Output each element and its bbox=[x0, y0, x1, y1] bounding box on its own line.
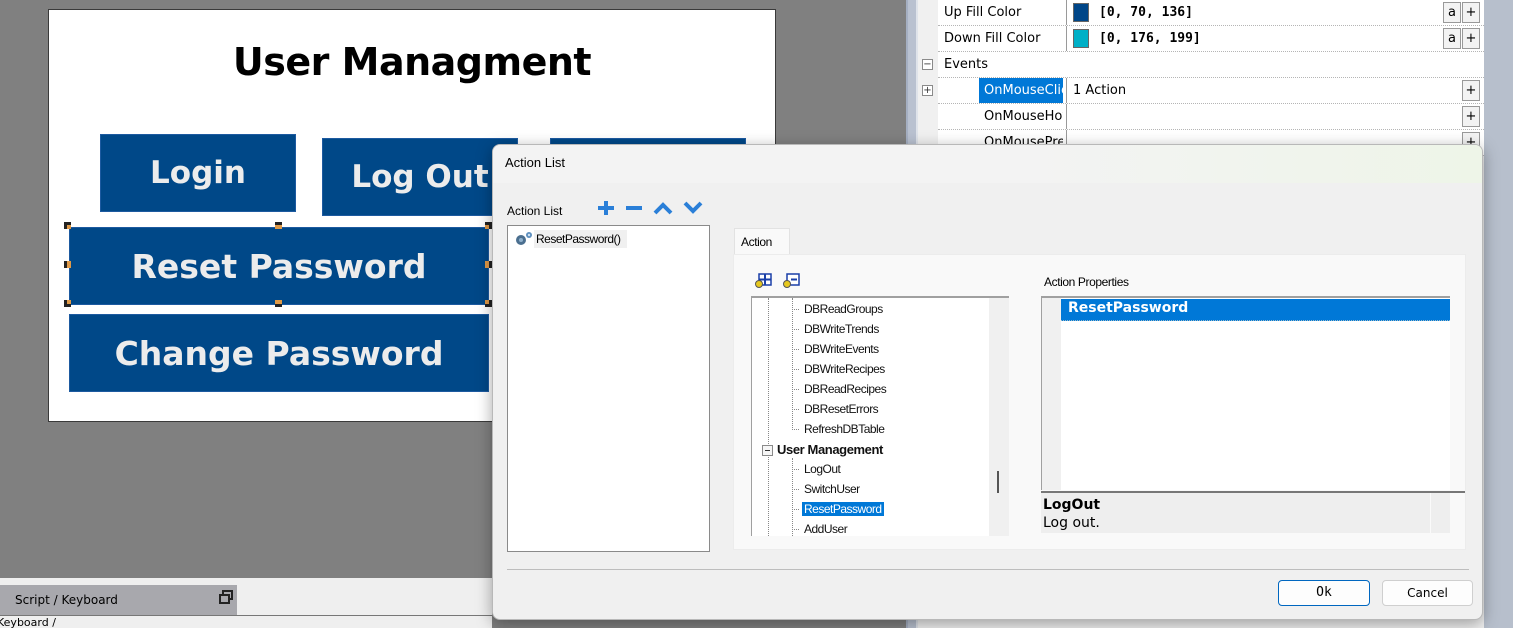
divider bbox=[0, 615, 492, 616]
tree-item[interactable]: DBWriteRecipes bbox=[792, 361, 887, 378]
remove-icon[interactable] bbox=[624, 201, 644, 215]
property-name: Down Fill Color bbox=[944, 31, 1041, 46]
description-side bbox=[1430, 493, 1450, 533]
expand-button[interactable]: + bbox=[1462, 106, 1480, 127]
tab-action[interactable]: Action bbox=[734, 228, 790, 254]
action-name: ResetPassword() bbox=[534, 230, 627, 248]
animate-button[interactable]: a bbox=[1443, 2, 1461, 23]
color-value: [0, 176, 199] bbox=[1099, 31, 1201, 46]
property-row[interactable]: Up Fill Color [0, 70, 136] a + bbox=[938, 0, 1484, 26]
action-properties-grid[interactable]: ResetPassword bbox=[1041, 296, 1450, 490]
property-grid: Up Fill Color [0, 70, 136] a + Down Fill… bbox=[922, 0, 1484, 156]
tree-item[interactable]: DBReadRecipes bbox=[792, 381, 888, 398]
property-value[interactable]: [0, 176, 199] a + bbox=[1066, 26, 1484, 51]
tree-item[interactable]: DBWriteTrends bbox=[792, 321, 881, 338]
color-swatch bbox=[1073, 29, 1089, 48]
action-list-label: Action List bbox=[507, 204, 563, 218]
category-name: Events bbox=[944, 57, 989, 72]
collapse-all-icon[interactable] bbox=[782, 273, 800, 289]
action-count: 1 Action bbox=[1073, 83, 1127, 98]
property-name: OnMouseHover bbox=[984, 109, 1063, 124]
expand-button[interactable]: + bbox=[1462, 2, 1480, 23]
action-properties-selected-row[interactable]: ResetPassword bbox=[1061, 299, 1450, 321]
scrollbar-thumb[interactable] bbox=[997, 471, 999, 493]
reset-password-button[interactable]: Reset Password bbox=[69, 227, 489, 305]
divider bbox=[507, 569, 1469, 570]
animate-button[interactable]: a bbox=[1443, 28, 1461, 49]
logout-button[interactable]: Log Out bbox=[322, 138, 518, 216]
resize-handle-top-right[interactable] bbox=[485, 222, 492, 229]
color-swatch bbox=[1073, 3, 1089, 22]
description-pane: LogOut Log out. bbox=[1041, 493, 1450, 533]
keyboard-tab[interactable]: Keyboard / bbox=[0, 616, 56, 628]
login-button[interactable]: Login bbox=[100, 134, 296, 212]
property-row[interactable]: Down Fill Color [0, 176, 199] a + bbox=[938, 26, 1484, 52]
tree-item[interactable]: DBReadGroups bbox=[792, 301, 885, 318]
tree-line bbox=[768, 298, 769, 536]
expand-all-icon[interactable] bbox=[754, 273, 772, 289]
tree-item[interactable]: LogOut bbox=[792, 461, 842, 478]
tree-item[interactable]: AddUser bbox=[792, 521, 849, 536]
app-window: User Managment Login Log Out Reset Passw… bbox=[0, 0, 1513, 628]
resize-handle-right[interactable] bbox=[485, 261, 492, 268]
resize-handle-left[interactable] bbox=[64, 261, 71, 268]
property-row[interactable]: OnMouseHover + bbox=[938, 104, 1484, 130]
ok-button[interactable]: Ok bbox=[1278, 580, 1370, 606]
collapse-icon[interactable] bbox=[762, 445, 773, 457]
property-name: OnMouseClick bbox=[979, 78, 1063, 103]
add-icon[interactable] bbox=[596, 201, 616, 215]
move-up-icon[interactable] bbox=[653, 201, 673, 215]
property-name: Up Fill Color bbox=[944, 5, 1022, 20]
dialog-titlebar[interactable]: Action List bbox=[493, 145, 1482, 183]
resize-handle-top-left[interactable] bbox=[64, 222, 71, 229]
tree-scrollbar[interactable] bbox=[989, 298, 1009, 536]
action-list-dialog: Action List Action List ResetPassword() … bbox=[492, 144, 1483, 620]
resize-handle-bottom-left[interactable] bbox=[64, 300, 71, 307]
tree-group-user-management[interactable]: User Management bbox=[762, 441, 885, 458]
cancel-button[interactable]: Cancel bbox=[1382, 580, 1473, 606]
tree-item[interactable]: SwitchUser bbox=[792, 481, 862, 498]
expand-button[interactable]: + bbox=[1462, 80, 1480, 101]
property-row[interactable]: + OnMouseClick 1 Action + bbox=[922, 78, 1484, 104]
gear-icon bbox=[516, 232, 532, 245]
resize-handle-top[interactable] bbox=[275, 222, 282, 229]
property-value[interactable]: 1 Action + bbox=[1066, 78, 1484, 103]
expand-button[interactable]: + bbox=[1462, 28, 1480, 49]
grid-gutter bbox=[1042, 298, 1061, 490]
action-tree[interactable]: DBReadGroups DBWriteTrends DBWriteEvents… bbox=[751, 296, 1009, 536]
expand-icon[interactable]: + bbox=[922, 85, 933, 96]
resize-handle-bottom[interactable] bbox=[275, 300, 282, 307]
tree-item[interactable]: RefreshDBTable bbox=[792, 421, 886, 438]
move-down-icon[interactable] bbox=[683, 201, 703, 215]
action-list[interactable]: ResetPassword() bbox=[507, 225, 710, 552]
action-properties-label: Action Properties bbox=[1044, 275, 1129, 289]
collapse-icon[interactable]: − bbox=[922, 59, 933, 70]
resize-handle-bottom-right[interactable] bbox=[485, 300, 492, 307]
property-value[interactable]: [0, 70, 136] a + bbox=[1066, 0, 1484, 25]
description-text: Log out. bbox=[1043, 515, 1100, 531]
dialog-title: Action List bbox=[505, 155, 565, 170]
description-title: LogOut bbox=[1043, 497, 1101, 513]
property-value[interactable]: + bbox=[1066, 104, 1484, 129]
change-password-button[interactable]: Change Password bbox=[69, 314, 489, 392]
panel-title: Script / Keyboard bbox=[15, 593, 118, 607]
tree-item-selected[interactable]: ResetPassword bbox=[792, 501, 884, 518]
canvas-title[interactable]: User Managment bbox=[49, 40, 775, 84]
list-item[interactable]: ResetPassword() bbox=[514, 230, 627, 248]
tree-item[interactable]: DBResetErrors bbox=[792, 401, 880, 418]
right-edge-strip bbox=[1484, 0, 1513, 628]
color-value: [0, 70, 136] bbox=[1099, 5, 1193, 20]
keyboard-tab-label: Keyboard bbox=[0, 616, 49, 628]
property-category-events[interactable]: − Events bbox=[922, 52, 1484, 78]
script-keyboard-panel-header[interactable]: Script / Keyboard bbox=[0, 585, 237, 615]
restore-window-icon[interactable] bbox=[218, 589, 234, 605]
tree-item[interactable]: DBWriteEvents bbox=[792, 341, 881, 358]
